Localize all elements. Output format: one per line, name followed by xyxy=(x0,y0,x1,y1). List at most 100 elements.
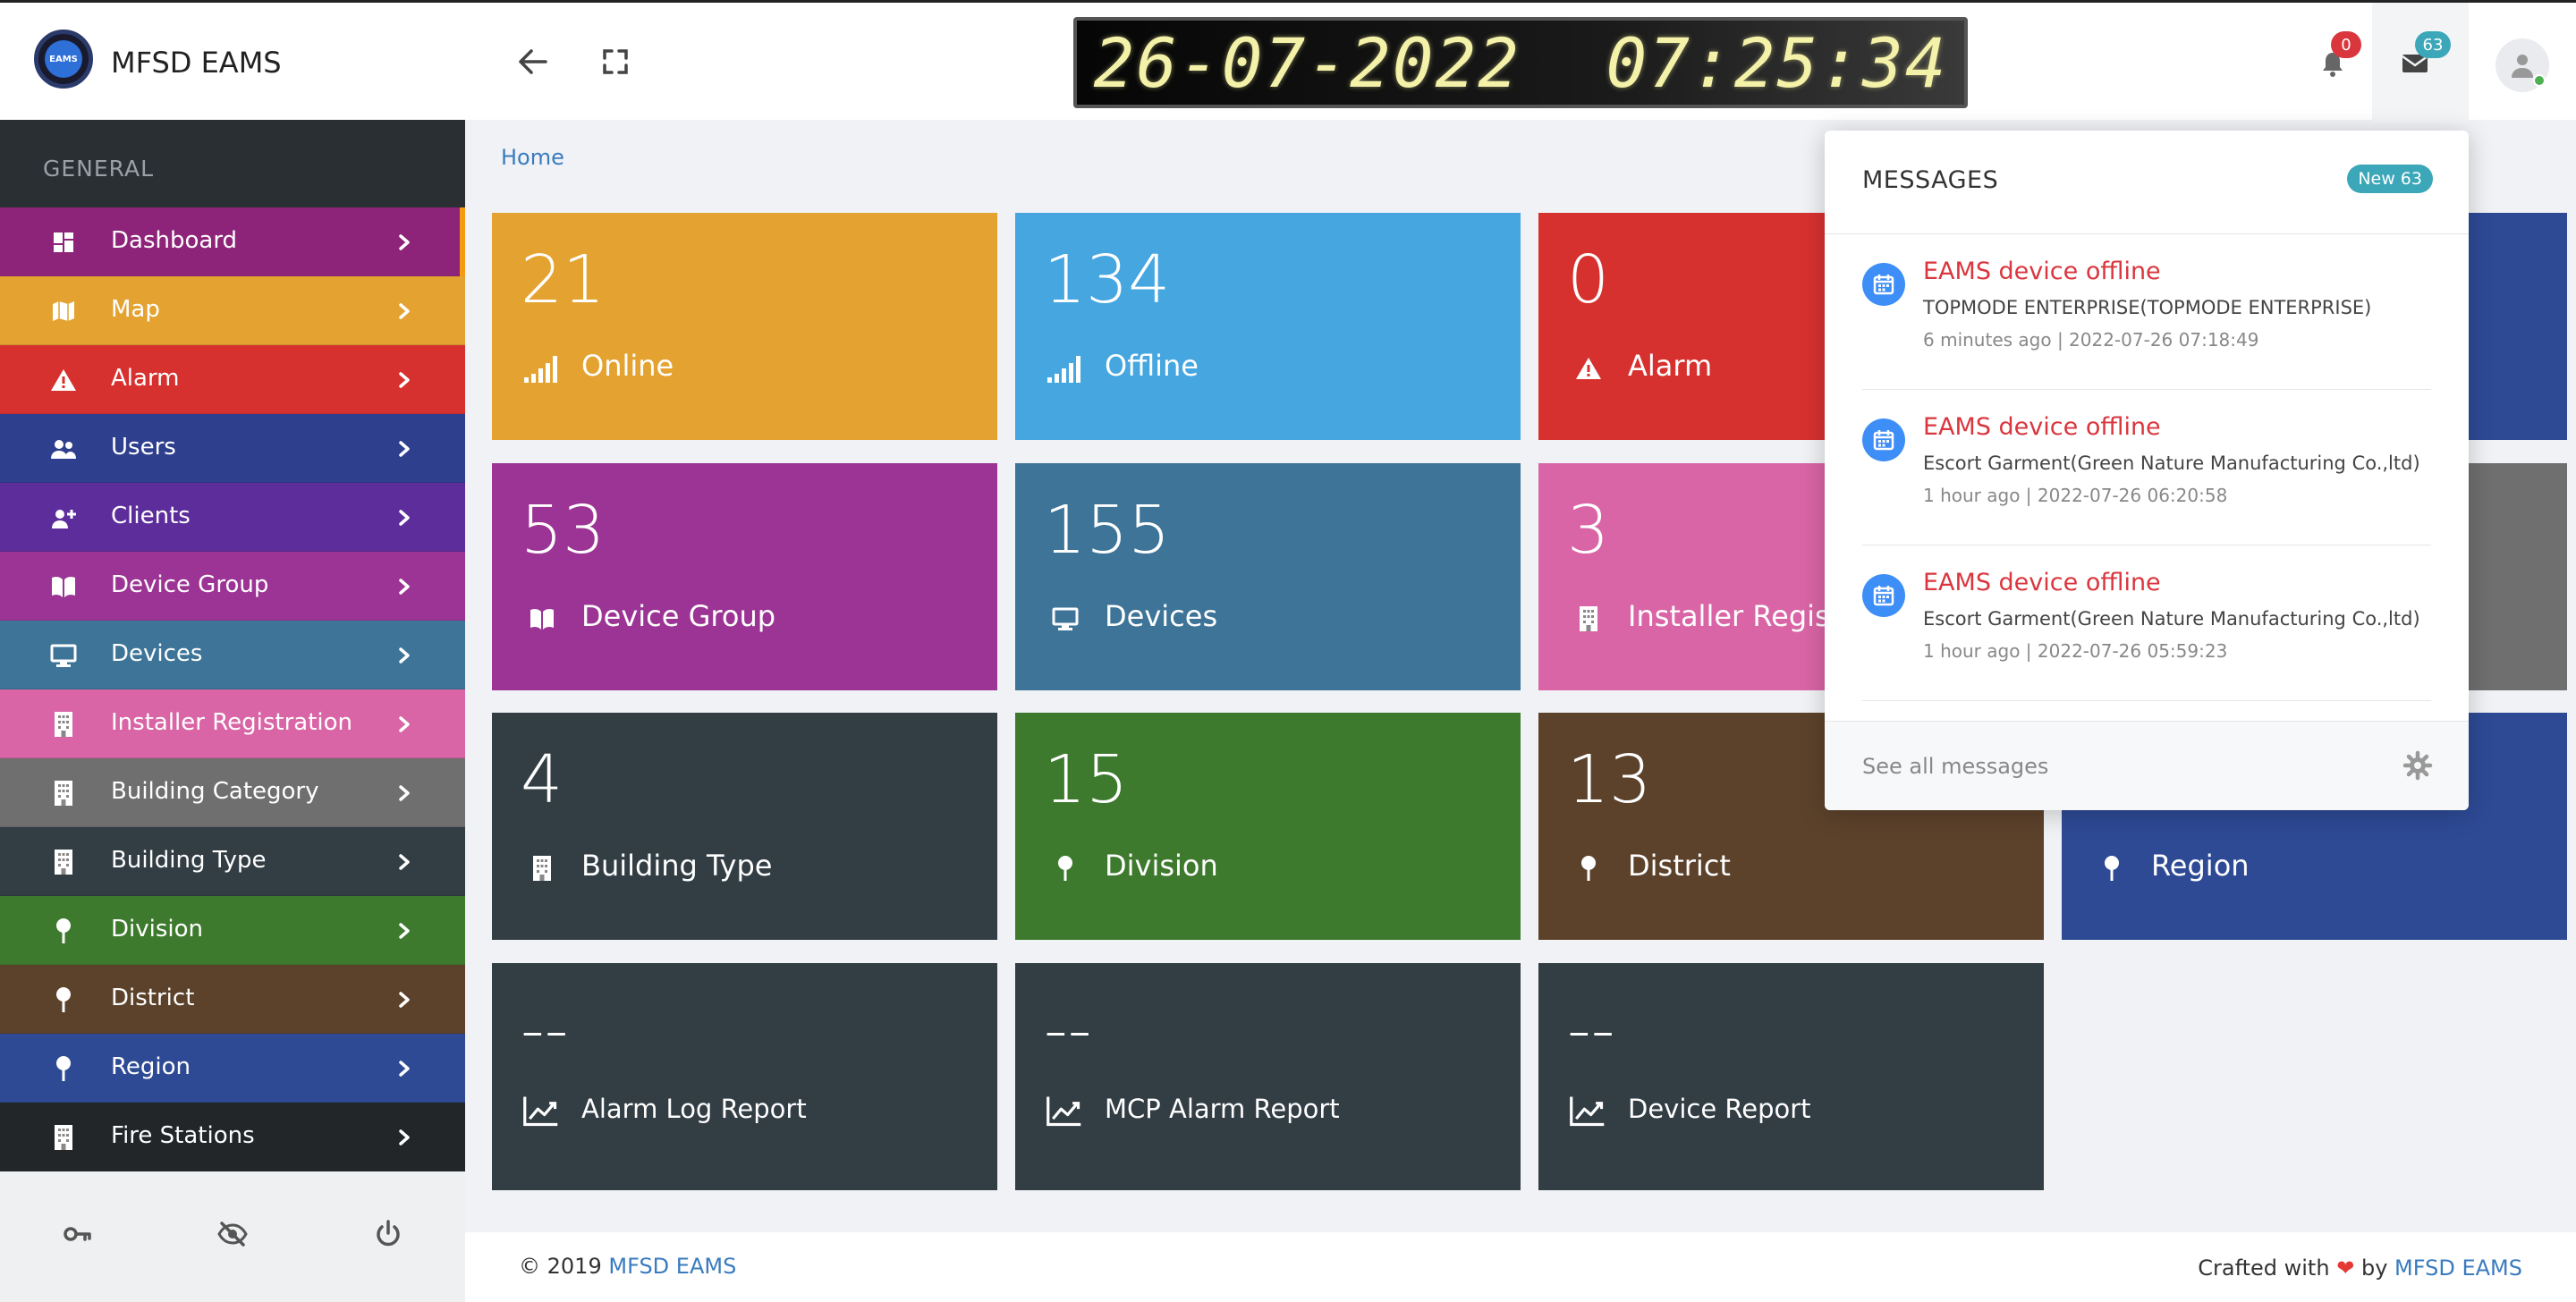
pin-icon xyxy=(1046,849,1085,888)
eye-slash-icon[interactable] xyxy=(215,1216,250,1252)
sidebar-item-device-group[interactable]: Device Group xyxy=(0,552,465,621)
gear-icon[interactable] xyxy=(2402,750,2433,781)
copyright-prefix: © 2019 xyxy=(519,1254,602,1279)
sidebar-item-label: Building Type xyxy=(111,847,267,874)
card-online[interactable]: 21 Online xyxy=(492,213,997,440)
page-footer: © 2019 MFSD EAMS Crafted with ❤ by MFSD … xyxy=(465,1232,2576,1302)
card-label: Devices xyxy=(1105,599,1218,633)
sidebar-item-district[interactable]: District xyxy=(0,965,465,1034)
chevron-right-icon xyxy=(394,642,415,669)
card-alarm-log-report[interactable]: -- Alarm Log Report xyxy=(492,963,997,1190)
sidebar-item-region[interactable]: Region xyxy=(0,1034,465,1103)
crafted-link[interactable]: MFSD EAMS xyxy=(2394,1256,2522,1281)
card-label: Alarm Log Report xyxy=(581,1094,807,1124)
chart-line-icon xyxy=(1046,1092,1083,1129)
sidebar-item-alarm[interactable]: Alarm xyxy=(0,345,465,414)
breadcrumb-home[interactable]: Home xyxy=(501,145,564,170)
building-icon xyxy=(1569,599,1608,638)
add-user-icon xyxy=(50,504,77,531)
messages-dropdown: MESSAGES New 63 EAMS device offline TOPMO… xyxy=(1825,131,2469,810)
pin-icon xyxy=(2092,849,2131,888)
sidebar-item-fire-stations[interactable]: Fire Stations xyxy=(0,1103,465,1171)
clock-text: 26-07-2022 07:25:34 xyxy=(1093,22,1948,103)
signal-icon xyxy=(1046,349,1085,388)
chevron-right-icon xyxy=(394,711,415,738)
card-label: Building Type xyxy=(581,849,773,883)
card-device-group[interactable]: 53 Device Group xyxy=(492,463,997,690)
card-devices[interactable]: 155 Devices xyxy=(1015,463,1521,690)
signal-icon xyxy=(522,349,562,388)
new-messages-badge: New 63 xyxy=(2347,165,2433,193)
dashboard-icon xyxy=(50,229,77,256)
message-body: TOPMODE ENTERPRISE(TOPMODE ENTERPRISE) xyxy=(1923,297,2372,318)
monitor-icon xyxy=(50,642,77,669)
card-label: District xyxy=(1628,849,1731,883)
card-value: -- xyxy=(1044,992,1092,1069)
sidebar-item-label: Alarm xyxy=(111,365,180,392)
sidebar-item-label: District xyxy=(111,985,195,1011)
chevron-right-icon xyxy=(394,986,415,1013)
message-item[interactable]: EAMS device offline Escort Garment(Green … xyxy=(1862,545,2431,701)
card-offline[interactable]: 134 Offline xyxy=(1015,213,1521,440)
message-item[interactable]: EAMS device offline Escort Garment(Green … xyxy=(1862,390,2431,545)
card-mcp-alarm-report[interactable]: -- MCP Alarm Report xyxy=(1015,963,1521,1190)
card-value: 155 xyxy=(1044,492,1171,569)
sidebar-item-dashboard[interactable]: Dashboard xyxy=(0,207,465,276)
digital-clock: 26-07-2022 07:25:34 xyxy=(1073,17,1968,108)
copyright-link[interactable]: MFSD EAMS xyxy=(608,1254,736,1279)
active-indicator xyxy=(460,207,465,276)
sidebar-item-building-category[interactable]: Building Category xyxy=(0,758,465,827)
sidebar-heading: GENERAL xyxy=(43,156,155,182)
sidebar-item-map[interactable]: Map xyxy=(0,276,465,345)
card-building-type[interactable]: 4 Building Type xyxy=(492,713,997,940)
app-logo[interactable]: EAMS xyxy=(34,30,93,89)
card-label: Device Group xyxy=(581,599,776,633)
app-title[interactable]: MFSD EAMS xyxy=(111,46,282,80)
message-title: EAMS device offline xyxy=(1923,258,2161,285)
chart-line-icon xyxy=(1569,1092,1606,1129)
chevron-right-icon xyxy=(394,780,415,807)
sidebar-item-label: Device Group xyxy=(111,571,269,598)
chevron-right-icon xyxy=(394,229,415,256)
sidebar-nav: Dashboard Map Alarm Users Clients Device Grou… xyxy=(0,207,465,1171)
chevron-right-icon xyxy=(394,849,415,875)
chevron-right-icon xyxy=(394,917,415,944)
message-time: 6 minutes ago | 2022-07-26 07:18:49 xyxy=(1923,329,2259,351)
monitor-icon xyxy=(1046,599,1085,638)
chevron-right-icon xyxy=(394,435,415,462)
sidebar-item-devices[interactable]: Devices xyxy=(0,621,465,689)
card-value: -- xyxy=(1567,992,1615,1069)
chart-line-icon xyxy=(522,1092,560,1129)
see-all-messages-link[interactable]: See all messages xyxy=(1862,754,2048,779)
power-icon[interactable] xyxy=(370,1216,406,1252)
card-value: 4 xyxy=(521,741,564,818)
card-value: 21 xyxy=(521,241,606,318)
messages-footer: See all messages xyxy=(1825,721,2469,810)
fullscreen-icon[interactable] xyxy=(594,40,637,83)
warning-icon xyxy=(1569,349,1608,388)
sidebar-item-division[interactable]: Division xyxy=(0,896,465,965)
card-label: Online xyxy=(581,349,674,383)
card-value: 15 xyxy=(1044,741,1129,818)
pin-icon xyxy=(50,986,77,1013)
users-icon xyxy=(50,435,77,462)
chevron-right-icon xyxy=(394,573,415,600)
card-division[interactable]: 15 Division xyxy=(1015,713,1521,940)
sidebar-item-installer-registration[interactable]: Installer Registration xyxy=(0,689,465,758)
warning-icon xyxy=(50,367,77,393)
app-logo-text: EAMS xyxy=(45,40,82,78)
sidebar-item-building-type[interactable]: Building Type xyxy=(0,827,465,896)
top-header: EAMS MFSD EAMS 26-07-2022 07:25:34 0 63 xyxy=(0,0,2576,123)
sidebar-item-clients[interactable]: Clients xyxy=(0,483,465,552)
sidebar-item-users[interactable]: Users xyxy=(0,414,465,483)
chevron-right-icon xyxy=(394,1055,415,1082)
card-device-report[interactable]: -- Device Report xyxy=(1538,963,2044,1190)
online-status-dot xyxy=(2533,74,2546,87)
key-icon[interactable] xyxy=(59,1216,95,1252)
message-item[interactable]: EAMS device offline TOPMODE ENTERPRISE(TO… xyxy=(1862,234,2431,390)
back-arrow-icon[interactable] xyxy=(512,40,555,83)
message-body: Escort Garment(Green Nature Manufacturin… xyxy=(1923,452,2420,474)
message-title: EAMS device offline xyxy=(1923,413,2161,441)
sidebar-footer xyxy=(0,1171,465,1302)
pin-icon xyxy=(50,1055,77,1082)
